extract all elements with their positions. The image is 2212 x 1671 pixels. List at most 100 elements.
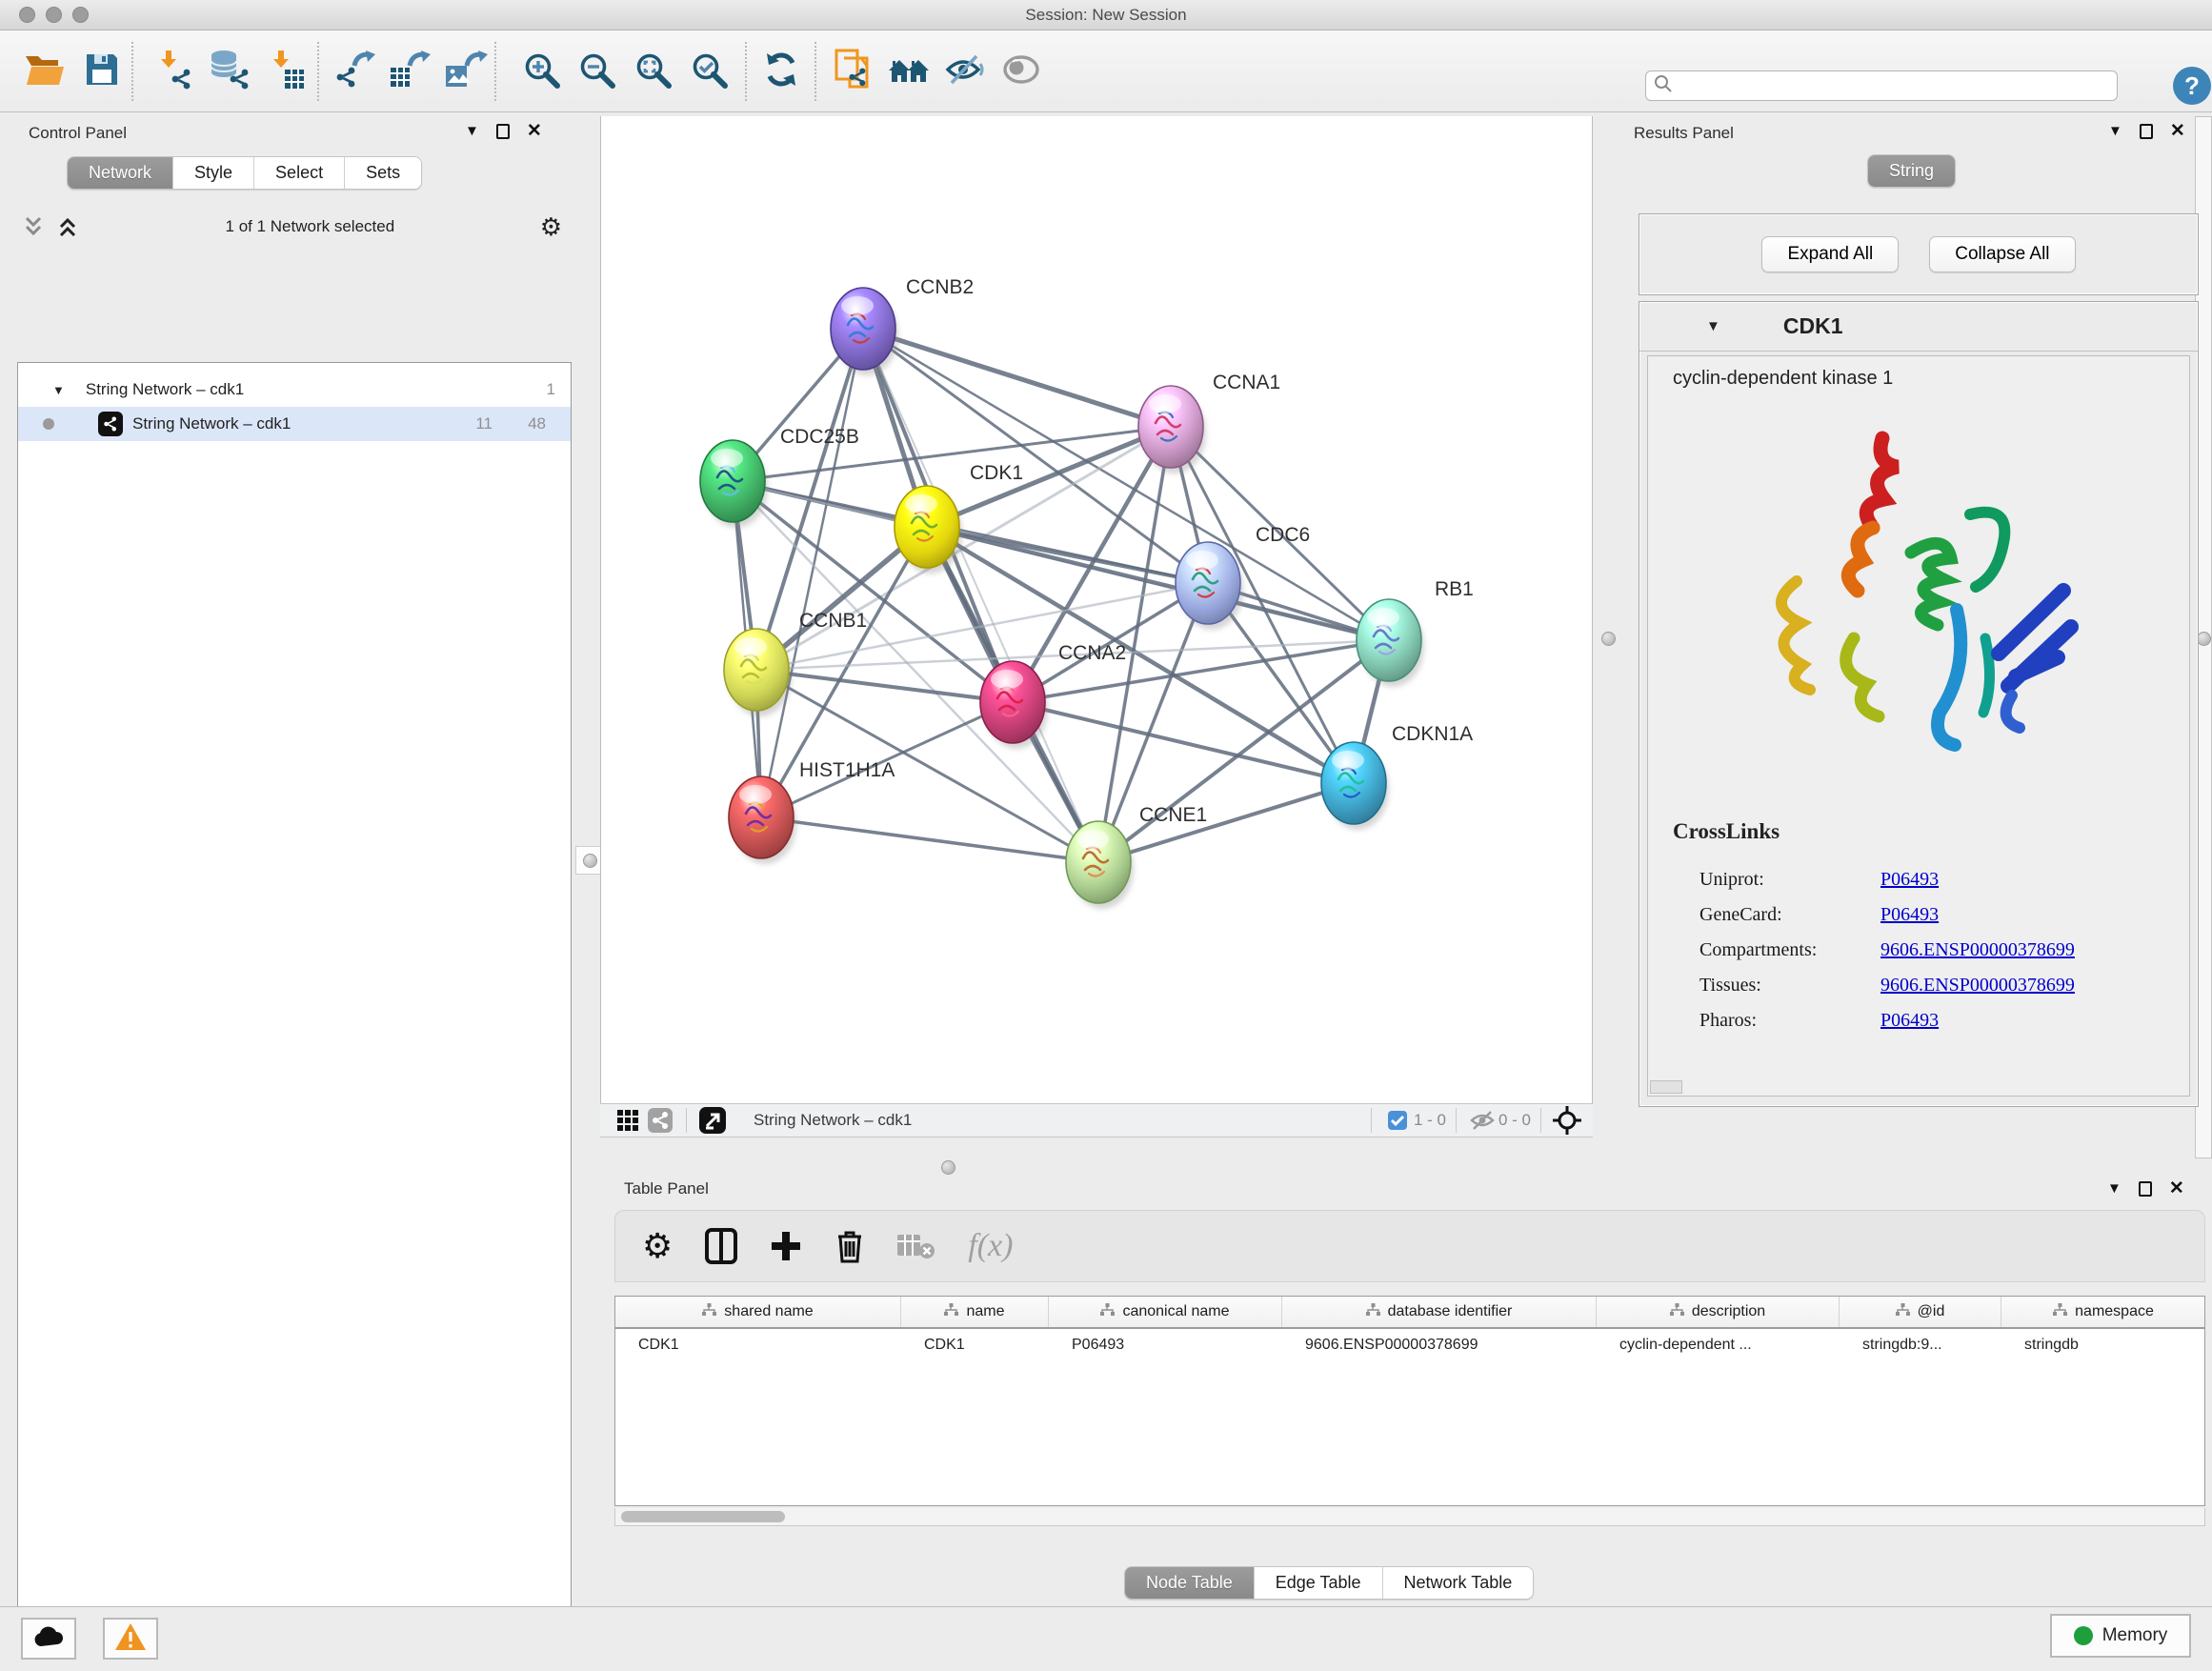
column-header-description[interactable]: description — [1597, 1297, 1840, 1327]
export-table-button[interactable] — [389, 50, 432, 93]
tab-string[interactable]: String — [1868, 155, 1955, 187]
search-box[interactable] — [1645, 70, 2118, 101]
tab-select[interactable]: Select — [254, 157, 345, 189]
float-panel-icon[interactable]: ▼ — [465, 124, 479, 138]
crosslink-link[interactable]: P06493 — [1880, 1010, 1939, 1032]
tab-network[interactable]: Network — [68, 157, 173, 189]
hide-selected-button[interactable] — [943, 50, 987, 93]
show-all-button[interactable] — [999, 50, 1043, 93]
export-network-button[interactable] — [333, 50, 377, 93]
close-panel-icon[interactable]: ✕ — [527, 122, 542, 140]
grid-view-icon[interactable] — [612, 1106, 644, 1135]
cell-canonical-name[interactable]: P06493 — [1049, 1337, 1282, 1354]
crosshair-icon[interactable] — [1551, 1106, 1583, 1135]
tab-sets[interactable]: Sets — [345, 157, 421, 189]
column-header-database-identifier[interactable]: database identifier — [1282, 1297, 1597, 1327]
search-input[interactable] — [1673, 76, 2117, 95]
maximize-panel-icon[interactable] — [496, 124, 510, 139]
memory-button[interactable]: Memory — [2050, 1614, 2191, 1658]
edge-CCNB2-CCNE1[interactable] — [863, 329, 1098, 862]
float-panel-icon[interactable]: ▼ — [2107, 1181, 2122, 1196]
close-panel-icon[interactable]: ✕ — [2169, 1179, 2184, 1198]
node-CCNE1[interactable]: CCNE1 — [1066, 804, 1207, 909]
node-CCNB2[interactable]: CCNB2 — [831, 276, 974, 375]
maximize-panel-icon[interactable] — [2140, 124, 2153, 139]
add-column-icon[interactable] — [770, 1230, 802, 1262]
cell-@id[interactable]: stringdb:9... — [1840, 1337, 2001, 1354]
delete-column-icon[interactable] — [835, 1228, 865, 1264]
tab-network-table[interactable]: Network Table — [1383, 1567, 1534, 1599]
column-header-namespace[interactable]: namespace — [2001, 1297, 2205, 1327]
edge-HIST1H1A-CCNE1[interactable] — [761, 817, 1098, 862]
maximize-panel-icon[interactable] — [2139, 1181, 2152, 1197]
edge-CCNB2-RB1[interactable] — [863, 329, 1389, 640]
gear-icon[interactable]: ⚙ — [540, 212, 562, 242]
collapse-entry-icon[interactable]: ▼ — [1706, 318, 1720, 334]
zoom-in-button[interactable] — [519, 50, 563, 93]
clone-network-button[interactable] — [831, 50, 875, 93]
column-header-@id[interactable]: @id — [1840, 1297, 2001, 1327]
network-canvas[interactable]: CCNB2 CCNA1 CDC25B — [600, 116, 1593, 1103]
network-collection-row[interactable]: ▼ String Network – cdk1 1 — [18, 372, 571, 407]
function-builder-icon[interactable]: f(x) — [968, 1228, 1013, 1264]
column-header-shared-name[interactable]: shared name — [615, 1297, 901, 1327]
float-panel-icon[interactable]: ▼ — [2108, 124, 2122, 138]
table-hscrollbar-thumb[interactable] — [621, 1511, 785, 1522]
save-session-button[interactable] — [80, 50, 124, 93]
node-RB1[interactable]: RB1 — [1357, 578, 1474, 687]
split-columns-icon[interactable] — [705, 1228, 737, 1264]
cell-database-identifier[interactable]: 9606.ENSP00000378699 — [1282, 1337, 1597, 1354]
horizontal-splitter-handle[interactable] — [941, 1160, 955, 1175]
gear-icon[interactable]: ⚙ — [642, 1226, 673, 1266]
tab-node-table[interactable]: Node Table — [1125, 1567, 1255, 1599]
help-button[interactable]: ? — [2173, 67, 2211, 105]
crosslink-link[interactable]: 9606.ENSP00000378699 — [1880, 975, 2075, 997]
selected-checkbox-icon[interactable] — [1381, 1106, 1414, 1135]
collapse-triangle-icon[interactable]: ▼ — [52, 383, 65, 397]
cell-description[interactable]: cyclin-dependent ... — [1597, 1337, 1840, 1354]
zoom-selected-button[interactable] — [687, 50, 731, 93]
zoom-fit-button[interactable] — [631, 50, 674, 93]
import-database-button[interactable] — [208, 50, 251, 93]
right-splitter-handle[interactable] — [1601, 632, 1616, 646]
cell-namespace[interactable]: stringdb — [2001, 1337, 2205, 1354]
export-image-button[interactable] — [444, 50, 488, 93]
crosslink-link[interactable]: 9606.ENSP00000378699 — [1880, 939, 2075, 961]
cell-shared-name[interactable]: CDK1 — [615, 1337, 901, 1354]
column-header-name[interactable]: name — [901, 1297, 1049, 1327]
collapse-all-button[interactable]: Collapse All — [1929, 236, 2075, 272]
network-edges[interactable] — [733, 329, 1389, 862]
share-view-icon[interactable] — [644, 1106, 676, 1135]
refresh-layout-button[interactable] — [759, 50, 803, 93]
warning-button[interactable] — [103, 1618, 158, 1660]
import-table-button[interactable] — [265, 50, 309, 93]
cloud-button[interactable] — [21, 1618, 76, 1660]
tab-style[interactable]: Style — [173, 157, 254, 189]
collapse-all-icon[interactable] — [21, 215, 46, 238]
crosslink-link[interactable]: P06493 — [1880, 904, 1939, 926]
expand-all-icon[interactable] — [55, 215, 80, 238]
close-panel-icon[interactable]: ✕ — [2170, 122, 2185, 140]
crosslink-link[interactable]: P06493 — [1880, 869, 1939, 891]
home-view-button[interactable] — [887, 50, 931, 93]
table-row[interactable]: CDK1CDK1P064939606.ENSP00000378699cyclin… — [615, 1329, 2204, 1360]
tab-edge-table[interactable]: Edge Table — [1255, 1567, 1383, 1599]
expand-all-button[interactable]: Expand All — [1761, 236, 1899, 272]
column-header-canonical-name[interactable]: canonical name — [1049, 1297, 1282, 1327]
edge-CCNB1-CCNA2[interactable] — [756, 670, 1013, 702]
edge-CDKN1A-CCNE1[interactable] — [1098, 783, 1354, 862]
entry-scrollbar-corner[interactable] — [1650, 1080, 1682, 1094]
delete-table-icon[interactable] — [897, 1233, 935, 1259]
node-HIST1H1A[interactable]: HIST1H1A — [729, 759, 895, 864]
open-in-window-icon[interactable] — [696, 1106, 729, 1135]
network-graph[interactable]: CCNB2 CCNA1 CDC25B — [601, 116, 1594, 1103]
cell-name[interactable]: CDK1 — [901, 1337, 1049, 1354]
edge-CCNB2-CCNA1[interactable] — [863, 329, 1171, 427]
import-network-button[interactable] — [152, 50, 196, 93]
network-row-selected[interactable]: String Network – cdk1 11 48 — [18, 407, 571, 441]
node-CCNA1[interactable]: CCNA1 — [1138, 372, 1280, 473]
hidden-eye-icon[interactable] — [1466, 1106, 1498, 1135]
node-CDC25B[interactable]: CDC25B — [700, 426, 859, 528]
node-CDKN1A[interactable]: CDKN1A — [1321, 723, 1473, 830]
zoom-out-button[interactable] — [574, 50, 618, 93]
